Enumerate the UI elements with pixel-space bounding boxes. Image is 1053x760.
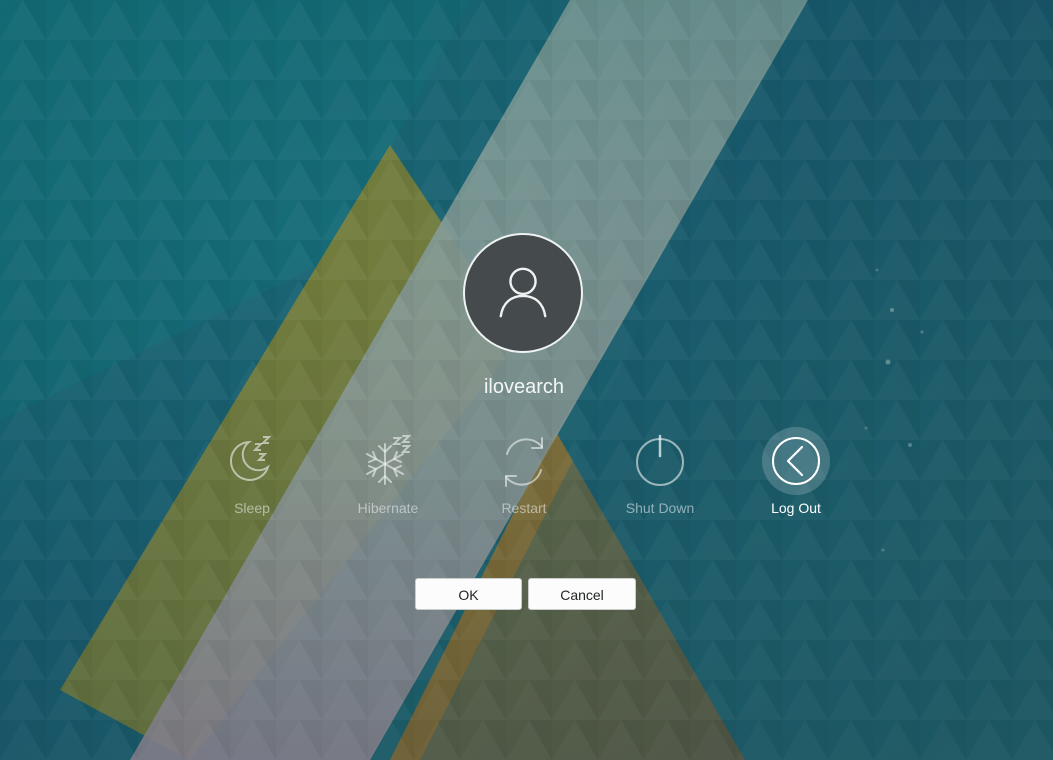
user-icon [499,267,547,318]
username-label: ilovearch [483,376,565,398]
hibernate-icon [366,435,412,485]
logout-label: Log Out [771,500,821,516]
restart-label: Restart [501,500,547,516]
sleep-label: Sleep [234,500,270,516]
restart-button[interactable]: Restart [464,432,584,522]
cancel-button[interactable]: Cancel [528,578,636,610]
ok-button[interactable]: OK [415,578,522,610]
sleep-button[interactable]: Sleep [192,432,312,522]
sleep-icon [229,436,272,481]
logout-button[interactable]: Log Out [736,427,856,522]
power-icon [636,434,684,486]
shutdown-button[interactable]: Shut Down [600,432,720,522]
logout-screen: ilovearch Sleep Hibernate Restart Shut D… [0,0,1053,760]
hibernate-label: Hibernate [357,500,419,516]
shutdown-label: Shut Down [625,500,695,516]
hibernate-button[interactable]: Hibernate [328,432,448,522]
logout-icon [772,437,820,485]
user-avatar [463,233,583,353]
restart-icon [505,437,543,487]
